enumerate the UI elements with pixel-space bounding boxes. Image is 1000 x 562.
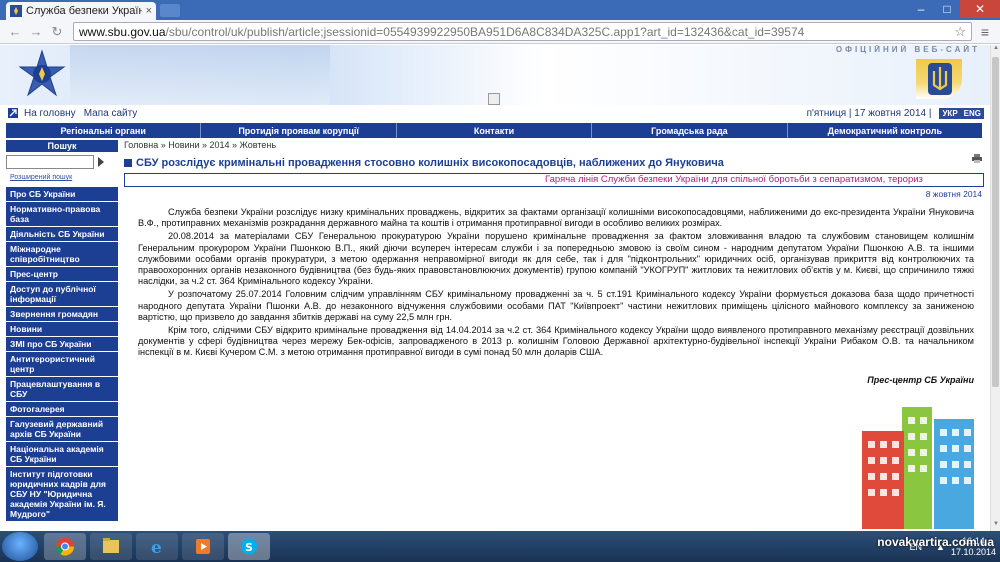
skype-taskbar-icon[interactable]: S [228,533,270,560]
browser-toolbar: ← → ↻ www.sbu.gov.ua/sbu/control/uk/publ… [0,20,1000,44]
svg-text:e: e [151,538,162,558]
hotline-ticker[interactable]: Гаряча лінія Служби безпеки України для … [124,173,984,187]
ie-taskbar-icon[interactable]: e [136,533,178,560]
new-tab-button[interactable] [160,4,180,17]
sidebar-item-employment[interactable]: Працевлаштування в СБУ [6,377,118,402]
search-title: Пошук [6,140,118,152]
sbu-emblem-icon[interactable] [16,49,68,101]
nav-democratic-control[interactable]: Демократичний контроль [788,123,982,138]
sidebar-item-archive[interactable]: Галузевий державний архів СБ України [6,417,118,442]
article-paragraph: У розпочатому 25.07.2014 Головним слідчи… [138,289,974,322]
broken-image-icon [488,93,500,105]
window-controls: – □ ✕ [908,0,1000,18]
sidebar-item-citizen-appeals[interactable]: Звернення громадян [6,307,118,322]
sidebar-item-legal-base[interactable]: Нормативно-правова база [6,202,118,227]
sidebar-item-media[interactable]: ЗМІ про СБ України [6,337,118,352]
language-switcher: УКР ENG [939,107,984,119]
sidebar-item-law-institute[interactable]: Інститут підготовки юридичних кадрів для… [6,467,118,522]
nav-anti-corruption[interactable]: Протидія проявам корупції [201,123,397,138]
search-go-icon[interactable] [98,157,104,167]
browser-window: Служба безпеки України × – □ ✕ ← → ↻ www… [0,0,1000,562]
windows-taskbar: e S EN ▲ 16:14 17.10.2014 [0,531,1000,562]
sidebar-item-public-info[interactable]: Доступ до публічної інформації [6,282,118,307]
browser-menu-icon[interactable]: ≡ [976,23,994,41]
building-image [70,45,330,105]
lang-eng-button[interactable]: ENG [961,108,984,119]
nav-contacts[interactable]: Контакти [397,123,593,138]
maximize-button[interactable]: □ [934,0,960,18]
scroll-down-icon[interactable]: ▼ [991,521,1000,531]
site-banner: ОФІЦІЙНИЙ ВЕБ-САЙТ [0,45,990,105]
article-title-text: СБУ розслідує кримінальні провадження ст… [136,157,724,169]
sidebar-item-news[interactable]: Новини [6,322,118,337]
trident-icon [928,63,952,95]
back-icon[interactable]: ← [6,23,24,41]
breadcrumb[interactable]: Головна » Новини » 2014 » Жовтень [124,140,984,152]
sidebar-item-activity[interactable]: Діяльність СБ України [6,227,118,242]
advanced-search-link[interactable]: Розширений пошук [6,172,118,183]
minimize-button[interactable]: – [908,0,934,18]
explorer-taskbar-icon[interactable] [90,533,132,560]
sidebar-menu: Про СБ України Нормативно-правова база Д… [6,187,118,522]
tab-close-icon[interactable]: × [146,5,152,17]
close-window-button[interactable]: ✕ [960,0,1000,18]
apartment-ad-banner[interactable] [862,407,980,529]
scrollbar-thumb[interactable] [992,57,999,387]
tab-strip: Служба безпеки України × – □ ✕ [0,0,1000,20]
media-player-taskbar-icon[interactable] [182,533,224,560]
reload-icon[interactable]: ↻ [48,23,66,41]
sidebar-item-academy[interactable]: Національна академія СБ України [6,442,118,467]
lang-ukr-button[interactable]: УКР [939,108,960,119]
article-body: Служба безпеки України розслідує низку к… [124,207,984,359]
sidebar-item-antiterror[interactable]: Антитерористичний центр [6,352,118,377]
main-navigation: Регіональні органи Протидія проявам кору… [6,123,982,138]
sitemap-link[interactable]: Мапа сайту [84,108,138,119]
print-icon[interactable] [972,154,982,163]
nav-regional-bodies[interactable]: Регіональні органи [6,123,202,138]
home-icon[interactable] [8,108,18,118]
chrome-taskbar-icon[interactable] [44,533,86,560]
official-site-label: ОФІЦІЙНИЙ ВЕБ-САЙТ [835,45,980,54]
start-button[interactable] [2,532,38,561]
sidebar-item-press-center[interactable]: Прес-центр [6,267,118,282]
article-paragraph: 20.08.2014 за матеріалами СБУ Генерально… [138,231,974,287]
bookmark-star-icon[interactable]: ☆ [954,24,966,40]
home-link[interactable]: На головну [24,108,76,119]
svg-text:S: S [245,541,253,554]
web-page: ОФІЦІЙНИЙ ВЕБ-САЙТ На головну Мапа сайту… [0,45,990,531]
utility-bar: На головну Мапа сайту п'ятниця | 17 жовт… [0,105,990,121]
article-signature: Прес-центр СБ України [867,374,974,385]
article-paragraph: Служба безпеки України розслідує низку к… [138,207,974,229]
sidebar-item-international[interactable]: Міжнародне співробітництво [6,242,118,267]
current-date: п'ятниця | 17 жовтня 2014 | [806,107,932,119]
vertical-scrollbar[interactable]: ▲ ▼ [990,45,1000,531]
sidebar-item-about[interactable]: Про СБ України [6,187,118,202]
sbu-favicon-icon [10,5,22,17]
sidebar: Пошук Розширений пошук Про СБ України Но… [6,140,118,531]
article-content: Головна » Новини » 2014 » Жовтень СБУ ро… [124,140,984,531]
watermark: novakvartira.com.ua [877,535,994,549]
tab-title: Служба безпеки України [26,5,142,17]
title-bullet-icon [124,159,132,167]
sidebar-item-photo-gallery[interactable]: Фотогалерея [6,402,118,417]
page-title: СБУ розслідує кримінальні провадження ст… [124,157,984,169]
nav-public-council[interactable]: Громадська рада [592,123,788,138]
article-paragraph: Крім того, слідчими СБУ відкрито криміна… [138,325,974,358]
forward-icon[interactable]: → [27,23,45,41]
browser-tab[interactable]: Служба безпеки України × [6,2,156,20]
url-domain: www.sbu.gov.ua [79,24,166,39]
search-box [6,152,118,172]
search-input[interactable] [6,155,94,169]
scroll-up-icon[interactable]: ▲ [991,45,1000,55]
address-bar[interactable]: www.sbu.gov.ua/sbu/control/uk/publish/ar… [73,22,972,41]
publication-date: 8 жовтня 2014 [925,189,982,199]
url-path: /sbu/control/uk/publish/article;jsession… [165,24,805,39]
